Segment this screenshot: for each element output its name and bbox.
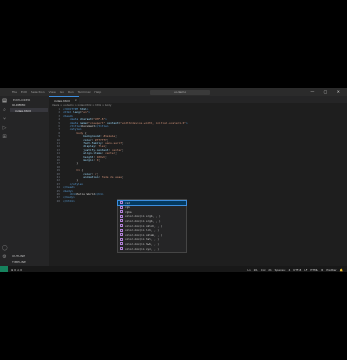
suggestion-label: color-mix(in srgb, , ) bbox=[125, 218, 161, 223]
workspace-folder[interactable]: UI-DEMO bbox=[12, 103, 25, 107]
suggestion-label: color-mix(in oklch, , ) bbox=[125, 223, 163, 228]
run-debug-icon[interactable]: ▷ bbox=[2, 126, 7, 131]
value-icon bbox=[120, 205, 123, 209]
suggestion-item[interactable]: color-mix(in xyz, , ) bbox=[118, 247, 186, 251]
source-control-icon[interactable]: ⑂ bbox=[2, 117, 7, 122]
value-icon bbox=[120, 233, 123, 237]
suggestion-label: color-mix(in xyz, , ) bbox=[125, 246, 159, 251]
menu-bar: File Edit Selection View Go Run Terminal Help bbox=[12, 90, 105, 94]
explorer-sidebar: EXPLORER UI-DEMO index.html OUTLINE TIME… bbox=[9, 96, 49, 266]
value-icon bbox=[120, 210, 123, 214]
suggestion-label: rgb bbox=[125, 205, 130, 210]
menu-item[interactable]: Selection bbox=[31, 90, 45, 94]
suggestion-label: color-mix(in hsl, , ) bbox=[125, 237, 159, 242]
explorer-header: EXPLORER bbox=[13, 98, 31, 102]
menu-item[interactable]: File bbox=[12, 90, 17, 94]
menu-item[interactable]: Run bbox=[68, 90, 74, 94]
menu-item[interactable]: Go bbox=[60, 90, 64, 94]
value-icon bbox=[120, 242, 123, 246]
menu-item[interactable]: Terminal bbox=[78, 90, 91, 94]
value-icon bbox=[120, 237, 123, 241]
line-number: 28 bbox=[56, 198, 60, 203]
timeline-section[interactable]: TIMELINE bbox=[12, 260, 26, 264]
suggestion-label: color-mix(in hwb, , ) bbox=[125, 241, 159, 246]
code-editor[interactable]: 1 <!DOCTYPE html> 2 <html lang="en"> 3 <head>… bbox=[49, 107, 347, 264]
files-icon[interactable]: ▤ bbox=[2, 99, 7, 104]
suggestion-label: color-mix(in lch, , ) bbox=[125, 228, 159, 233]
value-icon bbox=[120, 214, 123, 218]
file-item-index-html[interactable]: index.html bbox=[10, 108, 48, 113]
suggestion-label: color-mix(in srgb, , ) bbox=[125, 214, 161, 219]
command-center[interactable]: ui-demo bbox=[150, 89, 210, 95]
value-icon bbox=[120, 224, 123, 227]
search-icon[interactable]: ⌕ bbox=[2, 108, 7, 113]
activity-bar: ▤ ⌕ ⑂ ▷ ⊞ ◯ ⚙ bbox=[0, 96, 9, 266]
editor-status[interactable]: Ln 20, Col 21 Spaces: 4 UTF-8 LF HTML ⚙ … bbox=[247, 268, 343, 272]
window-controls[interactable]: — ▢ ✕ bbox=[310, 89, 344, 94]
menu-item[interactable]: Help bbox=[94, 90, 101, 94]
extensions-icon[interactable]: ⊞ bbox=[2, 135, 7, 140]
tab-index-html[interactable]: index.html × bbox=[49, 96, 79, 103]
code-line[interactable]: 28 </html> bbox=[49, 198, 347, 203]
value-icon bbox=[120, 247, 123, 250]
menu-item[interactable]: View bbox=[49, 90, 56, 94]
suggestion-label: rgba bbox=[125, 209, 132, 214]
file-label: index.html bbox=[15, 108, 31, 113]
menu-item[interactable]: Edit bbox=[21, 90, 27, 94]
title-bar: File Edit Selection View Go Run Terminal Help u… bbox=[0, 88, 347, 96]
vscode-window: File Edit Selection View Go Run Terminal Help u… bbox=[0, 88, 347, 272]
suggestion-widget[interactable]: red rgb rgba color-mix(in srgb, , ) color-mi… bbox=[117, 199, 187, 253]
tab-label: index.html bbox=[54, 98, 70, 103]
tab-bar: index.html × bbox=[49, 96, 347, 103]
suggestion-label: color-mix(in oklab, , ) bbox=[125, 232, 163, 237]
value-icon bbox=[120, 228, 123, 232]
close-icon[interactable]: × bbox=[74, 98, 77, 102]
suggestion-label: red bbox=[125, 200, 130, 205]
status-bar: ⊗ 0 ⚠ 0 Ln 20, Col 21 Spaces: 4 UTF-8 LF… bbox=[0, 266, 347, 272]
value-icon bbox=[120, 201, 123, 204]
code-text: </html> bbox=[63, 198, 75, 203]
account-icon[interactable]: ◯ bbox=[2, 246, 8, 251]
remote-indicator[interactable] bbox=[0, 266, 8, 272]
value-icon bbox=[120, 219, 123, 223]
outline-section[interactable]: OUTLINE bbox=[12, 254, 25, 258]
problems-status[interactable]: ⊗ 0 ⚠ 0 bbox=[11, 268, 22, 272]
settings-icon[interactable]: ⚙ bbox=[2, 255, 7, 260]
